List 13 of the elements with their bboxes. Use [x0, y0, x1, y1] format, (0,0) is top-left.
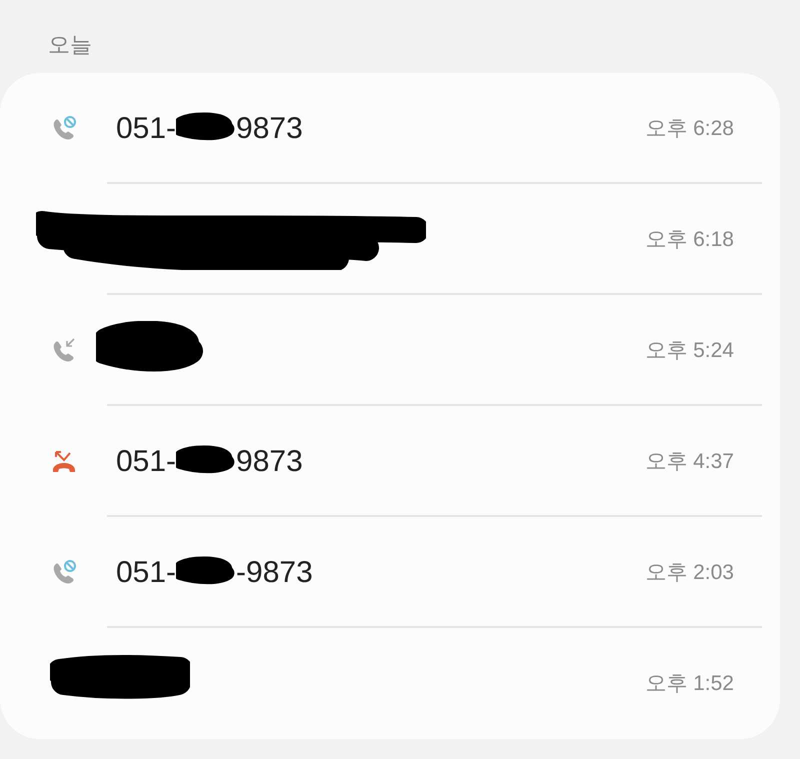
section-title: 오늘 — [48, 31, 93, 59]
phone-number-end: 9873 — [236, 111, 303, 147]
phone-number-end: -9873 — [236, 555, 313, 591]
call-time: 오후 6:28 — [645, 116, 734, 142]
call-time: 오후 5:24 — [645, 338, 734, 364]
call-time: 오후 6:18 — [645, 226, 734, 253]
phone-number-start: 051- — [116, 111, 176, 147]
call-time: 오후 2:03 — [645, 560, 734, 586]
phone-number-end: 9873 — [236, 444, 303, 480]
call-time: 오후 4:37 — [645, 448, 734, 475]
phone-number-start: 051- — [116, 555, 176, 591]
phone-number-start: 051- — [116, 444, 176, 480]
call-time: 오후 1:52 — [645, 670, 734, 697]
